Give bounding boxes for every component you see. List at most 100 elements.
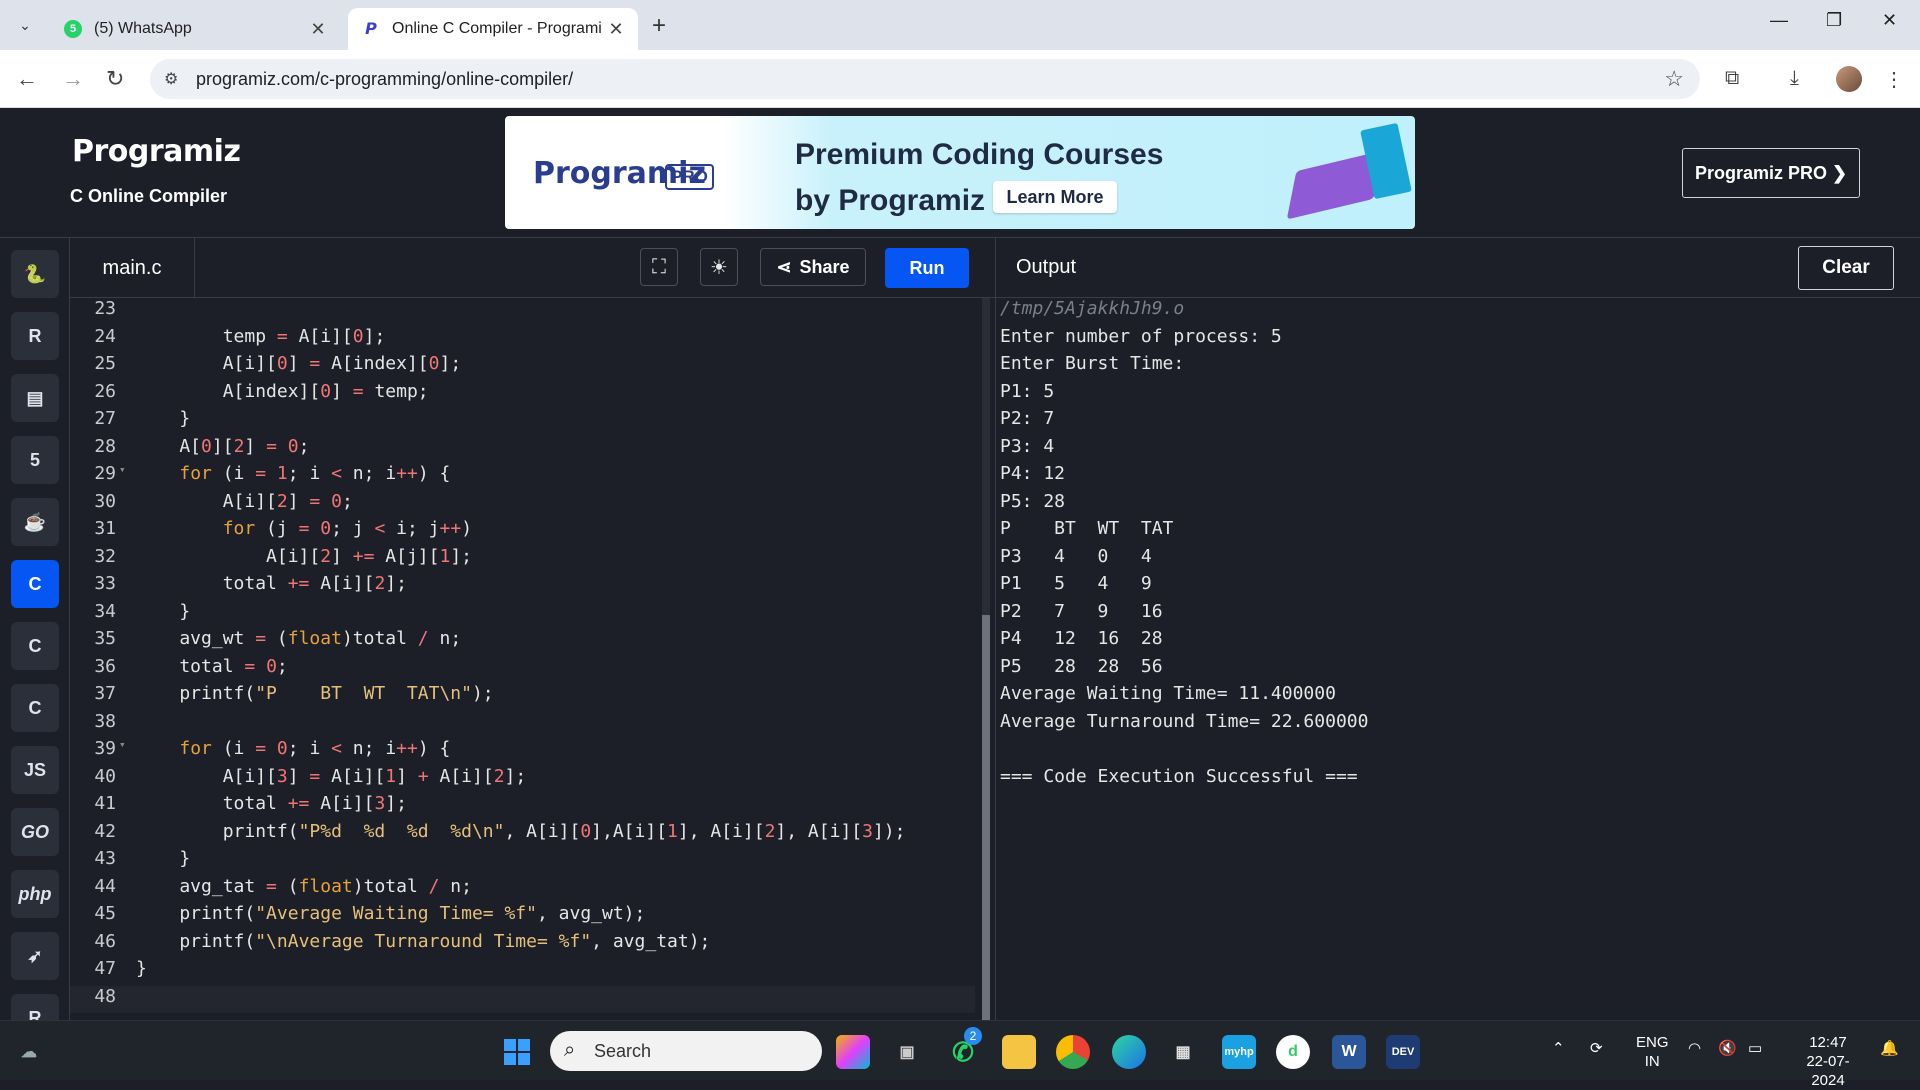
code-text[interactable]: temp = A[i][0];	[130, 326, 386, 354]
code-line[interactable]: 35 avg_wt = (float)total / n;	[70, 628, 975, 656]
code-text[interactable]: A[index][0] = temp;	[130, 381, 429, 409]
code-line[interactable]: 32 A[i][2] += A[j][1];	[70, 546, 975, 574]
minimize-icon[interactable]: —	[1770, 10, 1788, 31]
code-text[interactable]: A[i][2] = 0;	[130, 491, 353, 519]
csharp-language-icon[interactable]: C	[11, 684, 59, 732]
file-explorer-icon[interactable]	[1002, 1035, 1036, 1069]
code-text[interactable]: total += A[i][2];	[130, 573, 407, 601]
code-text[interactable]: total += A[i][3];	[130, 793, 407, 821]
clear-button[interactable]: Clear	[1798, 246, 1894, 290]
kebab-menu-icon[interactable]: ⋮	[1884, 67, 1904, 92]
code-text[interactable]: printf("P BT WT TAT\n");	[130, 683, 493, 711]
language-indicator[interactable]: ENG IN	[1636, 1033, 1669, 1071]
copilot-icon[interactable]	[836, 1035, 870, 1069]
reload-icon[interactable]: ↻	[106, 66, 124, 92]
code-line[interactable]: 48	[70, 985, 975, 1013]
tab-programiz[interactable]: 𝙋 Online C Compiler - Programiz ✕	[348, 8, 638, 50]
store-icon[interactable]: ▦	[1166, 1035, 1200, 1069]
code-text[interactable]: }	[130, 958, 147, 986]
promo-banner[interactable]: Programiz PRO Premium Coding Courses by …	[505, 116, 1415, 229]
bookmark-star-icon[interactable]: ☆	[1664, 66, 1684, 92]
devcpp-icon[interactable]: DEV	[1386, 1035, 1420, 1069]
code-line[interactable]: 30 A[i][2] = 0;	[70, 491, 975, 519]
back-arrow-icon[interactable]: ←	[16, 66, 38, 92]
share-button[interactable]: ⋖ Share	[760, 248, 866, 286]
windows-start-icon[interactable]	[500, 1035, 534, 1069]
code-line[interactable]: 38	[70, 711, 975, 739]
code-editor[interactable]: 23 24 temp = A[i][0]; 25 A[i][0] = A[index…	[70, 298, 995, 1020]
code-text[interactable]: }	[130, 408, 190, 436]
html-language-icon[interactable]: 5	[11, 436, 59, 484]
code-line[interactable]: 42 printf("P%d %d %d %d\n", A[i][0],A[i]…	[70, 821, 975, 849]
programiz-logo[interactable]: Programiz	[72, 134, 241, 169]
code-text[interactable]: A[0][2] = 0;	[130, 436, 309, 464]
restore-icon[interactable]: ❐	[1826, 10, 1842, 31]
sql-language-icon[interactable]: ▤	[11, 374, 59, 422]
tab-search-chevron-icon[interactable]: ⌄	[10, 12, 40, 38]
editor-scrollbar-thumb[interactable]	[982, 615, 990, 1020]
output-console[interactable]: /tmp/5AjakkhJh9.o Enter number of process…	[996, 298, 1920, 1020]
code-line[interactable]: 47}	[70, 958, 975, 986]
code-line[interactable]: 24 temp = A[i][0];	[70, 326, 975, 354]
battery-icon[interactable]: ▭	[1748, 1039, 1762, 1058]
swift-language-icon[interactable]: ➶	[11, 932, 59, 980]
code-line[interactable]: 44 avg_tat = (float)total / n;	[70, 876, 975, 904]
fold-chevron-icon[interactable]: ▾	[116, 463, 130, 491]
code-line[interactable]: 40 A[i][3] = A[i][1] + A[i][2];	[70, 766, 975, 794]
r-language-icon[interactable]: R	[11, 312, 59, 360]
code-line[interactable]: 37 printf("P BT WT TAT\n");	[70, 683, 975, 711]
task-view-icon[interactable]: ▣	[890, 1035, 924, 1069]
code-text[interactable]: A[i][2] += A[j][1];	[130, 546, 472, 574]
profile-avatar[interactable]	[1836, 66, 1862, 92]
file-tab-main-c[interactable]: main.c	[70, 238, 195, 298]
forward-arrow-icon[interactable]: →	[62, 66, 84, 92]
code-line[interactable]: 27 }	[70, 408, 975, 436]
new-tab-plus-icon[interactable]: +	[652, 12, 666, 40]
code-line[interactable]: 31 for (j = 0; j < i; j++)	[70, 518, 975, 546]
javascript-language-icon[interactable]: JS	[11, 746, 59, 794]
code-text[interactable]: total = 0;	[130, 656, 287, 684]
download-icon[interactable]: ⤓	[1790, 67, 1799, 90]
python-language-icon[interactable]: 🐍	[11, 250, 59, 298]
code-text[interactable]: }	[130, 601, 190, 629]
code-text[interactable]: A[i][3] = A[i][1] + A[i][2];	[130, 766, 527, 794]
code-text[interactable]: for (i = 1; i < n; i++) {	[130, 463, 450, 491]
edge-icon[interactable]	[1112, 1035, 1146, 1069]
taskbar-search[interactable]: ⌕ Search	[550, 1031, 822, 1071]
code-line[interactable]: 36 total = 0;	[70, 656, 975, 684]
code-line[interactable]: 33 total += A[i][2];	[70, 573, 975, 601]
wifi-icon[interactable]: ◠	[1688, 1039, 1701, 1058]
code-text[interactable]: printf("Average Waiting Time= %f", avg_w…	[130, 903, 645, 931]
tab-whatsapp[interactable]: 5 (5) WhatsApp ✕	[50, 8, 340, 50]
close-window-icon[interactable]: ✕	[1882, 10, 1897, 31]
myhp-icon[interactable]: myhp	[1222, 1035, 1256, 1069]
code-text[interactable]: avg_wt = (float)total / n;	[130, 628, 461, 656]
dict-app-icon[interactable]: d	[1276, 1035, 1310, 1069]
code-line[interactable]: 43 }	[70, 848, 975, 876]
speaker-muted-icon[interactable]: 🔇	[1718, 1039, 1737, 1058]
rust-language-icon[interactable]: R	[11, 994, 59, 1020]
php-language-icon[interactable]: php	[11, 870, 59, 918]
code-line[interactable]: 25 A[i][0] = A[index][0];	[70, 353, 975, 381]
code-line[interactable]: 28 A[0][2] = 0;	[70, 436, 975, 464]
close-tab-icon[interactable]: ✕	[602, 19, 630, 40]
code-text[interactable]	[130, 711, 136, 739]
code-text[interactable]: A[i][0] = A[index][0];	[130, 353, 461, 381]
code-text[interactable]: printf("P%d %d %d %d\n", A[i][0],A[i][1]…	[130, 821, 906, 849]
weather-icon[interactable]: ☁	[12, 1035, 46, 1069]
code-line[interactable]: 39 ▾ for (i = 0; i < n; i++) {	[70, 738, 975, 766]
code-text[interactable]: printf("\nAverage Turnaround Time= %f", …	[130, 931, 710, 959]
clock[interactable]: 12:47 22-07-2024	[1790, 1033, 1866, 1090]
url-text[interactable]: programiz.com/c-programming/online-compi…	[196, 69, 573, 90]
cpp-language-icon[interactable]: C	[11, 622, 59, 670]
code-text[interactable]: avg_tat = (float)total / n;	[130, 876, 472, 904]
word-icon[interactable]: W	[1332, 1035, 1366, 1069]
code-line[interactable]: 29 ▾ for (i = 1; i < n; i++) {	[70, 463, 975, 491]
extensions-icon[interactable]: ⧉	[1725, 67, 1739, 90]
code-text[interactable]: }	[130, 848, 190, 876]
fold-chevron-icon[interactable]: ▾	[116, 738, 130, 766]
c-language-icon[interactable]: C	[11, 560, 59, 608]
code-text[interactable]: for (j = 0; j < i; j++)	[130, 518, 472, 546]
show-hidden-icons-icon[interactable]: ⌃	[1552, 1039, 1565, 1058]
url-omnibox[interactable]: ⚙ programiz.com/c-programming/online-com…	[150, 59, 1700, 99]
